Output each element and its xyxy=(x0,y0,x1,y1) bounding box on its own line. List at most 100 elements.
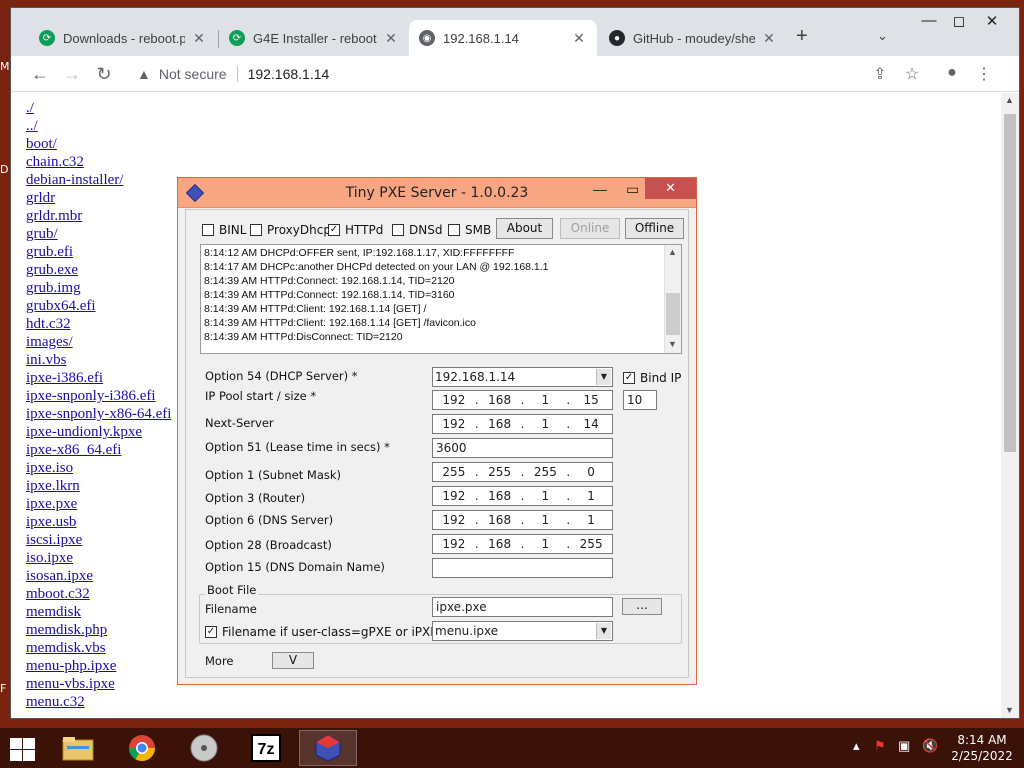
file-link[interactable]: grub.efi xyxy=(26,243,171,261)
file-link[interactable]: grubx64.efi xyxy=(26,297,171,315)
7zip-icon[interactable]: 7z xyxy=(237,730,295,766)
dns-domain-field[interactable] xyxy=(432,558,613,578)
file-link[interactable]: ipxe-i386.efi xyxy=(26,369,171,387)
checkbox-user-class[interactable]: ✓ Filename if user-class=gPXE or iPXE xyxy=(205,625,438,639)
file-link[interactable]: ../ xyxy=(26,117,171,135)
file-link[interactable]: grldr xyxy=(26,189,171,207)
file-link[interactable]: ipxe-snponly-i386.efi xyxy=(26,387,171,405)
log-panel[interactable]: 8:14:12 AM DHCPd:OFFER sent, IP:192.168.… xyxy=(200,244,682,354)
file-link[interactable]: iso.ipxe xyxy=(26,549,171,567)
subnet-mask-field[interactable]: 255. 255. 255. 0 xyxy=(432,462,613,482)
file-link[interactable]: isosan.ipxe xyxy=(26,567,171,585)
file-link[interactable]: ./ xyxy=(26,99,171,117)
file-link[interactable]: ipxe.iso xyxy=(26,459,171,477)
file-explorer-icon[interactable] xyxy=(49,730,107,766)
chrome-icon[interactable] xyxy=(113,730,171,766)
flag-icon[interactable]: ⚑ xyxy=(874,738,886,754)
file-link[interactable]: ipxe.pxe xyxy=(26,495,171,513)
page-scrollbar[interactable]: ▲ ▼ xyxy=(1001,93,1019,718)
file-link[interactable]: ipxe.lkrn xyxy=(26,477,171,495)
file-link[interactable]: iscsi.ipxe xyxy=(26,531,171,549)
forward-icon[interactable]: → xyxy=(59,61,85,87)
scroll-up-icon[interactable]: ▲ xyxy=(1005,95,1014,105)
file-link[interactable]: grldr.mbr xyxy=(26,207,171,225)
network-icon[interactable]: ▣ xyxy=(898,738,910,754)
file-link[interactable]: boot/ xyxy=(26,135,171,153)
file-link[interactable]: menu.c32 xyxy=(26,693,171,711)
file-link[interactable]: ini.vbs xyxy=(26,351,171,369)
file-link[interactable]: hdt.c32 xyxy=(26,315,171,333)
close-icon[interactable]: ✕ xyxy=(383,30,399,47)
scroll-down-icon[interactable]: ▼ xyxy=(668,339,677,349)
url-text[interactable]: 192.168.1.14 xyxy=(248,66,330,82)
disc-icon[interactable] xyxy=(175,730,233,766)
volume-muted-icon[interactable]: 🔇 xyxy=(922,738,938,754)
file-link[interactable]: ipxe-snponly-x86-64.efi xyxy=(26,405,171,423)
pxe-title-bar[interactable]: Tiny PXE Server - 1.0.0.23 — ▭ ✕ xyxy=(178,178,696,208)
star-icon[interactable]: ☆ xyxy=(901,64,923,84)
close-icon[interactable]: ✕ xyxy=(761,30,777,47)
tray-overflow-icon[interactable]: ▴ xyxy=(853,738,860,754)
file-link[interactable]: menu-php.ipxe xyxy=(26,657,171,675)
chevron-down-icon[interactable]: ▼ xyxy=(596,623,611,639)
router-field[interactable]: 192. 168. 1. 1 xyxy=(432,486,613,506)
checkbox-smb[interactable]: SMB xyxy=(448,223,491,237)
next-server-field[interactable]: 192. 168. 1. 14 xyxy=(432,414,613,434)
option54-select[interactable]: 192.168.1.14 ▼ xyxy=(432,367,613,387)
tab-github[interactable]: ● GitHub - moudey/shell ✕ xyxy=(599,20,787,56)
tab-g4e-installer[interactable]: ⟳ G4E Installer - reboot.p ✕ xyxy=(219,20,409,56)
address-bar[interactable]: ▲ Not secure 192.168.1.14 xyxy=(129,60,929,88)
file-link[interactable]: ipxe-undionly.kpxe xyxy=(26,423,171,441)
file-link[interactable]: grub/ xyxy=(26,225,171,243)
file-link[interactable]: ipxe-x86_64.efi xyxy=(26,441,171,459)
file-link[interactable]: memdisk.vbs xyxy=(26,639,171,657)
checkbox-httpd[interactable]: ✓ HTTPd xyxy=(328,223,383,237)
broadcast-field[interactable]: 192. 168. 1. 255 xyxy=(432,534,613,554)
file-link[interactable]: grub.exe xyxy=(26,261,171,279)
scroll-thumb[interactable] xyxy=(1004,114,1016,452)
chevron-down-icon[interactable]: ⌄ xyxy=(877,28,888,44)
checkbox-dnsd[interactable]: DNSd xyxy=(392,223,442,237)
filename-field[interactable]: ipxe.pxe xyxy=(432,597,613,617)
clock[interactable]: 8:14 AM 2/25/2022 xyxy=(948,732,1016,764)
file-link[interactable]: ipxe.usb xyxy=(26,513,171,531)
file-link[interactable]: menu-vbs.ipxe xyxy=(26,675,171,693)
file-link[interactable]: grub.img xyxy=(26,279,171,297)
file-link[interactable]: debian-installer/ xyxy=(26,171,171,189)
browse-button[interactable]: ... xyxy=(622,598,662,615)
pxe-server-icon[interactable] xyxy=(299,730,357,766)
ip-pool-start-field[interactable]: 192. 168. 1. 15 xyxy=(432,390,613,410)
file-link[interactable]: images/ xyxy=(26,333,171,351)
start-button[interactable] xyxy=(8,736,36,762)
checkbox-bind-ip[interactable]: ✓ Bind IP xyxy=(623,371,681,385)
offline-button[interactable]: Offline xyxy=(625,218,684,239)
tab-downloads[interactable]: ⟳ Downloads - reboot.pro ✕ xyxy=(29,20,217,56)
online-button[interactable]: Online xyxy=(560,218,620,239)
back-icon[interactable]: ← xyxy=(27,61,53,87)
share-icon[interactable]: ⇪ xyxy=(869,64,891,84)
file-link[interactable]: memdisk.php xyxy=(26,621,171,639)
log-scrollbar[interactable]: ▲ ▼ xyxy=(664,245,681,353)
close-icon[interactable]: ✕ xyxy=(645,178,696,199)
profile-icon[interactable]: ● xyxy=(941,64,963,82)
scroll-thumb[interactable] xyxy=(666,293,680,335)
user-class-filename-select[interactable]: menu.ipxe ▼ xyxy=(432,621,613,641)
about-button[interactable]: About xyxy=(496,218,553,239)
chevron-down-icon[interactable]: ▼ xyxy=(596,369,611,385)
close-icon[interactable]: ✕ xyxy=(974,12,1010,30)
new-tab-icon[interactable]: + xyxy=(796,25,808,48)
dns-server-field[interactable]: 192. 168. 1. 1 xyxy=(432,510,613,530)
file-link[interactable]: chain.c32 xyxy=(26,153,171,171)
ip-pool-size-field[interactable]: 10 xyxy=(623,390,657,410)
close-icon[interactable]: ✕ xyxy=(571,30,587,47)
scroll-up-icon[interactable]: ▲ xyxy=(668,247,677,257)
minimize-icon[interactable]: — xyxy=(593,181,607,197)
menu-icon[interactable]: ⋮ xyxy=(973,64,995,84)
file-link[interactable]: memdisk xyxy=(26,603,171,621)
close-icon[interactable]: ✕ xyxy=(191,30,207,47)
checkbox-proxydhcp[interactable]: ProxyDhcp xyxy=(250,223,331,237)
maximize-icon[interactable]: ▭ xyxy=(626,181,639,198)
tab-192-168-1-14[interactable]: ◉ 192.168.1.14 ✕ xyxy=(409,20,597,56)
lease-time-field[interactable]: 3600 xyxy=(432,438,613,458)
reload-icon[interactable]: ↻ xyxy=(91,61,117,87)
